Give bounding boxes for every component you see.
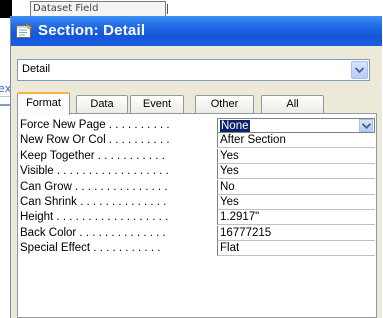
property-row[interactable]: Height . . . . . . . . . . . . . . . . .… bbox=[18, 210, 376, 226]
property-name: Height . . . . . . . . . . . . . . . . .… bbox=[20, 211, 169, 224]
tab-format[interactable]: Format bbox=[17, 92, 70, 115]
property-row[interactable]: Can Shrink . . . . . . . . . . . . . . Y… bbox=[18, 194, 376, 210]
property-value[interactable]: 1.2917" bbox=[217, 210, 375, 226]
property-row[interactable]: Force New Page . . . . . . . . . . None bbox=[18, 118, 376, 133]
properties-icon bbox=[16, 22, 33, 38]
property-value[interactable]: Flat bbox=[217, 241, 375, 257]
format-tab-panel: Force New Page . . . . . . . . . . None … bbox=[17, 113, 377, 318]
property-name: Force New Page . . . . . . . . . . bbox=[20, 119, 170, 131]
tab-all[interactable]: All bbox=[261, 95, 324, 113]
property-grid: Force New Page . . . . . . . . . . None … bbox=[18, 118, 376, 257]
chevron-down-icon[interactable] bbox=[351, 61, 368, 79]
property-sheet-window: Section: Detail Detail Format Data Event… bbox=[10, 16, 382, 318]
property-value[interactable]: Yes bbox=[217, 194, 375, 210]
background-divider bbox=[167, 4, 168, 14]
property-row[interactable]: Visible . . . . . . . . . . . . . . . . … bbox=[18, 164, 376, 180]
tab-data[interactable]: Data bbox=[76, 95, 128, 113]
property-name: Visible . . . . . . . . . . . . . . . . … bbox=[20, 165, 169, 178]
tab-other[interactable]: Other bbox=[195, 95, 254, 113]
property-name: Can Grow . . . . . . . . . . . . . . . bbox=[20, 180, 168, 193]
property-row[interactable]: Can Grow . . . . . . . . . . . . . . . N… bbox=[18, 179, 376, 195]
tab-event[interactable]: Event bbox=[130, 95, 184, 113]
object-selector-value: Detail bbox=[22, 63, 51, 75]
property-value: None bbox=[220, 120, 250, 132]
window-title: Section: Detail bbox=[38, 22, 146, 39]
property-name: Back Color . . . . . . . . . . . . . . bbox=[20, 226, 166, 239]
property-name: New Row Or Col . . . . . . . . . . bbox=[20, 134, 170, 147]
property-name: Can Shrink . . . . . . . . . . . . . . bbox=[20, 195, 167, 208]
property-row[interactable]: Back Color . . . . . . . . . . . . . . 1… bbox=[18, 225, 376, 241]
property-row[interactable]: Keep Together . . . . . . . . . . . Yes bbox=[18, 148, 376, 164]
title-bar[interactable]: Section: Detail bbox=[11, 16, 382, 46]
chevron-down-icon[interactable] bbox=[359, 119, 373, 132]
property-value[interactable]: After Section bbox=[217, 133, 375, 149]
background-line-blue bbox=[0, 104, 10, 106]
property-value-dropdown[interactable]: None bbox=[217, 118, 375, 133]
property-row[interactable]: New Row Or Col . . . . . . . . . . After… bbox=[18, 133, 376, 149]
property-name: Keep Together . . . . . . . . . . . bbox=[20, 149, 165, 162]
property-value[interactable]: Yes bbox=[217, 164, 375, 180]
property-value[interactable]: No bbox=[217, 179, 375, 195]
property-row[interactable]: Special Effect . . . . . . . . . . . Fla… bbox=[18, 241, 376, 257]
background-field: Dataset Field bbox=[30, 1, 166, 17]
property-value[interactable]: Yes bbox=[217, 148, 375, 164]
background-line bbox=[0, 96, 10, 97]
object-selector-dropdown[interactable]: Detail bbox=[17, 59, 370, 81]
property-value[interactable]: 16777215 bbox=[217, 225, 375, 241]
property-name: Special Effect . . . . . . . . . . . bbox=[20, 242, 161, 255]
